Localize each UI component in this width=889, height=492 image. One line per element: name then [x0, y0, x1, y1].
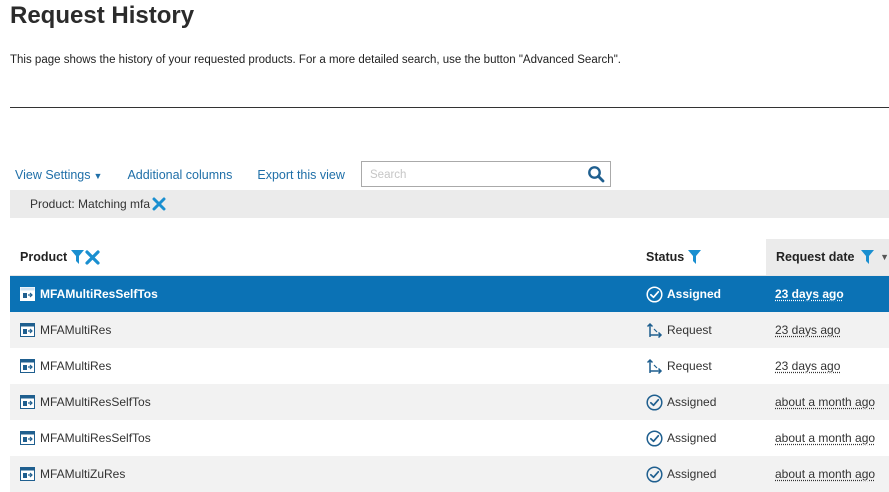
- product-cell[interactable]: MFAMultiResSelfTos: [20, 276, 158, 312]
- filter-chip: Product: Matching mfa: [30, 197, 166, 211]
- toolbar: View Settings ▼ Additional columns Export…: [15, 161, 611, 189]
- product-cell[interactable]: MFAMultiResSelfTos: [20, 420, 151, 456]
- status-label: Assigned: [667, 395, 717, 409]
- request-date[interactable]: about a month ago: [775, 420, 875, 456]
- check-circle-icon: [646, 393, 663, 411]
- status-cell: Assigned: [646, 276, 721, 312]
- product-icon: [20, 287, 35, 301]
- column-header-request-date[interactable]: Request date ▼: [766, 239, 889, 275]
- filter-icon[interactable]: [688, 250, 702, 264]
- status-label: Assigned: [667, 287, 722, 301]
- product-name: MFAMultiRes: [40, 359, 112, 373]
- request-date[interactable]: about a month ago: [775, 384, 875, 420]
- table-row[interactable]: MFAMultiRes Request 23 days ago: [10, 348, 889, 384]
- status-cell: Request: [646, 348, 712, 384]
- status-label: Request: [667, 359, 712, 373]
- product-name: MFAMultiResSelfTos: [40, 431, 151, 445]
- column-header-request-date-label: Request date: [776, 250, 855, 264]
- product-cell[interactable]: MFAMultiRes: [20, 348, 111, 384]
- request-arrows-icon: [646, 322, 663, 338]
- product-icon: [20, 395, 35, 409]
- product-icon: [20, 467, 35, 481]
- filter-icon[interactable]: [860, 250, 874, 264]
- request-history-table: Product Status Request date ▼ MFAMultiRe…: [10, 239, 889, 492]
- chevron-down-icon: ▼: [93, 171, 103, 181]
- column-header-status[interactable]: Status: [646, 239, 702, 275]
- remove-filter-icon[interactable]: [152, 197, 166, 211]
- status-cell: Assigned: [646, 456, 716, 492]
- product-cell[interactable]: MFAMultiZuRes: [20, 456, 125, 492]
- filter-icon[interactable]: [71, 250, 85, 264]
- table-row[interactable]: MFAMultiResSelfTos Assigned 23 days ago: [10, 276, 889, 312]
- table-row[interactable]: MFAMultiResSelfTos Assigned about a mont…: [10, 384, 889, 420]
- table-row[interactable]: MFAMultiResSelfTos Assigned about a mont…: [10, 420, 889, 456]
- product-cell[interactable]: MFAMultiRes: [20, 312, 111, 348]
- view-settings-button[interactable]: View Settings ▼: [15, 168, 102, 182]
- column-header-product[interactable]: Product: [20, 239, 100, 275]
- product-icon: [20, 323, 35, 337]
- request-arrows-icon: [646, 358, 663, 374]
- product-name: MFAMultiResSelfTos: [40, 395, 151, 409]
- additional-columns-button[interactable]: Additional columns: [127, 168, 232, 182]
- column-header-status-label: Status: [646, 250, 685, 264]
- table-header: Product Status Request date ▼: [10, 239, 889, 276]
- request-date[interactable]: 23 days ago: [775, 348, 840, 384]
- status-label: Request: [667, 323, 712, 337]
- table-body: MFAMultiResSelfTos Assigned 23 days ago …: [10, 276, 889, 492]
- request-date[interactable]: 23 days ago: [775, 276, 844, 312]
- table-row[interactable]: MFAMultiRes Request 23 days ago: [10, 312, 889, 348]
- export-view-button[interactable]: Export this view: [257, 168, 345, 182]
- check-circle-icon: [646, 429, 663, 447]
- status-cell: Assigned: [646, 384, 716, 420]
- view-settings-label: View Settings: [15, 168, 91, 182]
- check-circle-icon: [646, 465, 663, 483]
- product-name: MFAMultiRes: [40, 323, 112, 337]
- clear-filter-icon[interactable]: [85, 249, 100, 265]
- page-title: Request History: [10, 2, 195, 29]
- status-label: Assigned: [667, 467, 717, 481]
- search-box: [361, 161, 611, 187]
- product-name: MFAMultiResSelfTos: [40, 287, 158, 301]
- column-header-product-label: Product: [20, 250, 68, 264]
- request-date[interactable]: 23 days ago: [775, 312, 840, 348]
- status-label: Assigned: [667, 431, 717, 445]
- product-icon: [20, 359, 35, 373]
- product-cell[interactable]: MFAMultiResSelfTos: [20, 384, 151, 420]
- table-row[interactable]: MFAMultiZuRes Assigned about a month ago: [10, 456, 889, 492]
- product-name: MFAMultiZuRes: [40, 467, 126, 481]
- page-description: This page shows the history of your requ…: [10, 54, 621, 66]
- active-filters-bar: Product: Matching mfa: [10, 190, 889, 218]
- search-icon[interactable]: [587, 165, 605, 183]
- request-date[interactable]: about a month ago: [775, 456, 875, 492]
- product-icon: [20, 431, 35, 445]
- status-cell: Assigned: [646, 420, 716, 456]
- divider: [10, 107, 889, 108]
- search-input[interactable]: [368, 163, 582, 187]
- status-cell: Request: [646, 312, 712, 348]
- check-circle-icon: [646, 285, 663, 303]
- sort-desc-icon[interactable]: ▼: [880, 252, 889, 262]
- filter-chip-label: Product: Matching mfa: [30, 197, 151, 211]
